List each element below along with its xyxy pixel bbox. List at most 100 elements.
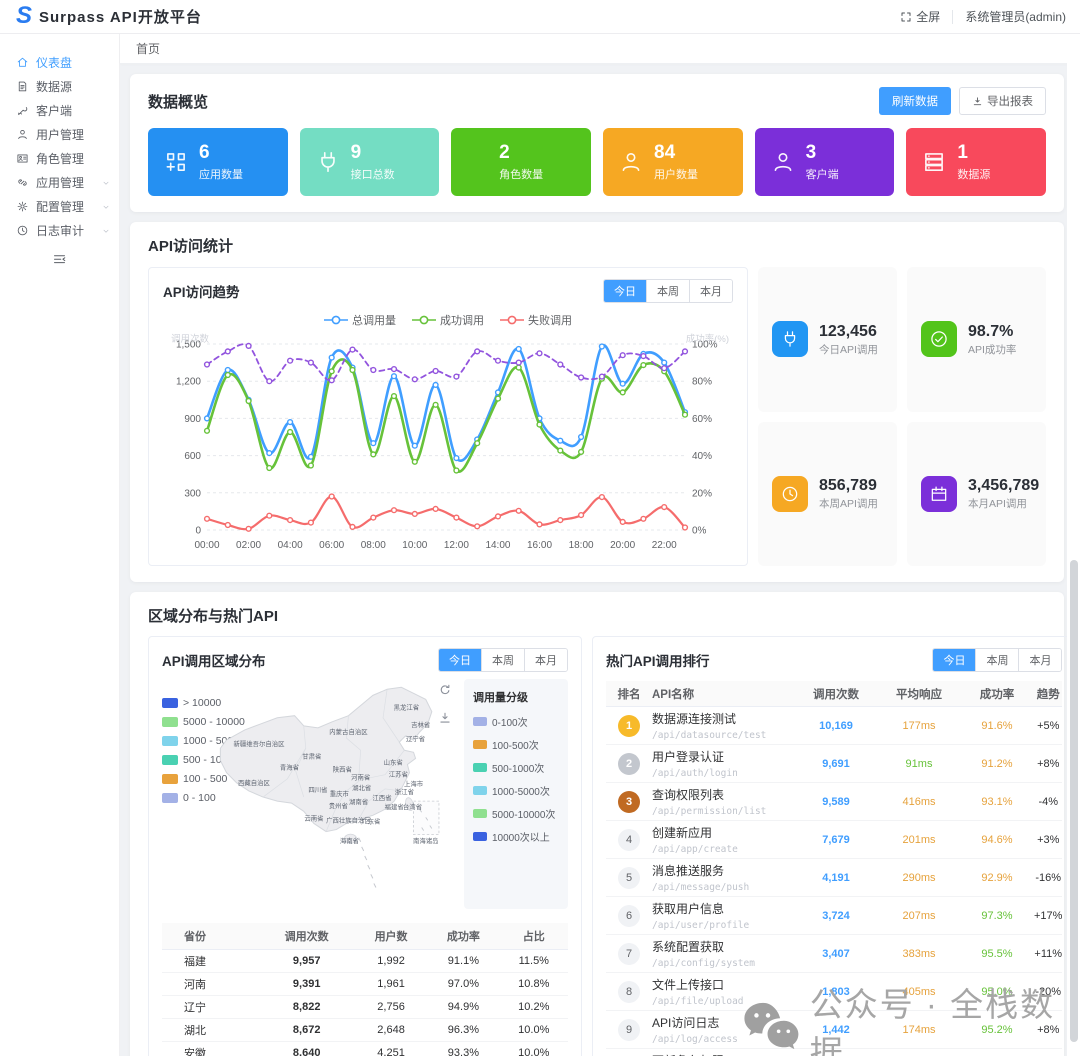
sidebar-item-1[interactable]: 数据源 [0,74,119,98]
svg-text:浙江省: 浙江省 [395,787,415,796]
map-tab-1[interactable]: 本周 [481,649,524,671]
overview-title: 数据概览 [148,91,208,112]
stat-card-5: 1数据源 [906,128,1046,196]
export-report-button[interactable]: 导出报表 [959,87,1046,115]
svg-text:0: 0 [195,526,201,537]
logo-icon: S [16,4,32,28]
stat-card-4: 3客户端 [755,128,895,196]
province-row[interactable]: 安徽 8,640 4,251 93.3% 10.0% [162,1041,568,1056]
rank-row[interactable]: 5 消息推送服务/api/message/push 4,191 290ms 92… [606,859,1062,897]
legend-失败调用[interactable]: 失败调用 [500,312,572,328]
china-map-svg: 黑龙江省内蒙古自治区吉林省辽宁省新疆维吾尔自治区甘肃省青海省陕西省山东省河南省江… [198,677,503,913]
grade-legend-item: 100-500次 [473,737,559,752]
breadcrumb[interactable]: 首页 [120,34,1080,64]
svg-text:山东省: 山东省 [384,758,404,767]
sidebar-item-3[interactable]: 用户管理 [0,122,119,146]
svg-text:上海市: 上海市 [404,779,424,788]
trend-tab-2[interactable]: 本月 [689,280,732,302]
rank-tab-2[interactable]: 本月 [1018,649,1061,671]
rank-badge: 8 [618,981,640,1003]
svg-text:40%: 40% [692,451,712,462]
svg-text:60%: 60% [692,414,712,425]
rank-tab-1[interactable]: 本周 [975,649,1018,671]
key-icon [16,104,29,117]
divider [952,10,953,24]
trend-tab-0[interactable]: 今日 [604,280,646,302]
rank-badge: 6 [618,905,640,927]
grade-legend-item: 5000-10000次 [473,806,559,821]
sidebar-item-7[interactable]: 日志审计 [0,218,119,242]
rank-row[interactable]: 9 API访问日志/api/log/access 1,442 174ms 95.… [606,1011,1062,1049]
svg-text:18:00: 18:00 [569,540,594,551]
fullscreen-button[interactable]: 全屏 [900,8,940,25]
rank-row[interactable]: 4 创建新应用/api/app/create 7,679 201ms 94.6%… [606,821,1062,859]
province-row[interactable]: 辽宁 8,822 2,756 94.9% 10.2% [162,995,568,1018]
rank-row[interactable]: 6 获取用户信息/api/user/profile 3,724 207ms 97… [606,897,1062,935]
rank-row[interactable]: 1 数据源连接测试/api/datasource/test 10,169 177… [606,707,1062,745]
log-icon [16,224,29,237]
rank-tab-0[interactable]: 今日 [933,649,975,671]
user-icon [770,149,796,175]
svg-text:04:00: 04:00 [278,540,303,551]
rank-badge: 1 [618,715,640,737]
legend-成功调用[interactable]: 成功调用 [412,312,484,328]
rank-row[interactable]: 10 更新角色权限/api/role/update 1,006 189ms 94… [606,1049,1062,1056]
svg-text:16:00: 16:00 [527,540,552,551]
rank-row[interactable]: 7 系统配置获取/api/config/system 3,407 383ms 9… [606,935,1062,973]
province-row[interactable]: 湖北 8,672 2,648 96.3% 10.0% [162,1018,568,1041]
rank-badge: 5 [618,867,640,889]
map-tab-2[interactable]: 本月 [524,649,567,671]
sidebar-item-2[interactable]: 客户端 [0,98,119,122]
rank-badge: 4 [618,829,640,851]
refresh-data-button[interactable]: 刷新数据 [879,87,951,115]
svg-text:08:00: 08:00 [361,540,386,551]
svg-text:云南省: 云南省 [304,813,324,822]
map-refresh-icon[interactable] [438,683,452,702]
grade-legend-item: 10000次以上 [473,829,559,844]
download-icon [972,96,983,107]
map-download-icon[interactable] [438,711,452,730]
svg-text:台湾省: 台湾省 [403,802,423,811]
svg-text:成功率(%): 成功率(%) [686,333,729,345]
province-row[interactable]: 福建 9,957 1,992 91.1% 11.5% [162,949,568,972]
scrollbar[interactable] [1067,34,1080,1056]
svg-text:12:00: 12:00 [444,540,469,551]
rank-badge: 7 [618,943,640,965]
rank-badge: 2 [618,753,640,775]
rank-card: 热门API调用排行 今日本周本月 排名API名称调用次数平均响应成功率趋势 1 … [592,636,1076,1056]
province-table: 省份调用次数用户数成功率占比 福建 9,957 1,992 91.1% 11.5… [162,923,568,1056]
rank-row[interactable]: 3 查询权限列表/api/permission/list 9,589 416ms… [606,783,1062,821]
sidebar: 仪表盘 数据源 客户端 用户管理 角色管理 应用管理 配置管理 日志审计 [0,34,120,1056]
scrollbar-thumb[interactable] [1070,560,1078,1042]
grade-legend-item: 0-100次 [473,714,559,729]
sidebar-item-6[interactable]: 配置管理 [0,194,119,218]
api-rank-table: 排名API名称调用次数平均响应成功率趋势 1 数据源连接测试/api/datas… [606,681,1062,1056]
map-tab-0[interactable]: 今日 [439,649,481,671]
rank-row[interactable]: 8 文件上传接口/api/file/upload 1,803 405ms 95.… [606,973,1062,1011]
svg-text:14:00: 14:00 [485,540,510,551]
svg-text:黑龙江省: 黑龙江省 [394,703,420,712]
fullscreen-icon [900,11,912,23]
user-menu[interactable]: 系统管理员(admin) [965,8,1066,25]
summary-card-1: 98.7%API成功率 [907,267,1046,412]
rank-card-title: 热门API调用排行 [606,650,710,670]
province-row[interactable]: 河南 9,391 1,961 97.0% 10.8% [162,972,568,995]
svg-text:甘肃省: 甘肃省 [302,751,322,760]
svg-text:青海省: 青海省 [280,763,300,772]
trend-tab-1[interactable]: 本周 [646,280,689,302]
check-icon [929,329,949,349]
sidebar-item-4[interactable]: 角色管理 [0,146,119,170]
home-icon [16,56,29,69]
svg-text:20%: 20% [692,488,712,499]
svg-text:06:00: 06:00 [319,540,344,551]
sidebar-item-5[interactable]: 应用管理 [0,170,119,194]
user-icon [16,128,29,141]
sidebar-item-0[interactable]: 仪表盘 [0,50,119,74]
sidebar-collapse-button[interactable] [0,252,119,267]
legend-总调用量[interactable]: 总调用量 [324,312,396,328]
server-icon [921,149,947,175]
rank-row[interactable]: 2 用户登录认证/api/auth/login 9,691 91ms 91.2%… [606,745,1062,783]
call-grade-legend: 调用量分级 0-100次100-500次500-1000次1000-5000次5… [464,679,568,909]
svg-text:新疆维吾尔自治区: 新疆维吾尔自治区 [233,739,285,748]
role-icon [16,152,29,165]
